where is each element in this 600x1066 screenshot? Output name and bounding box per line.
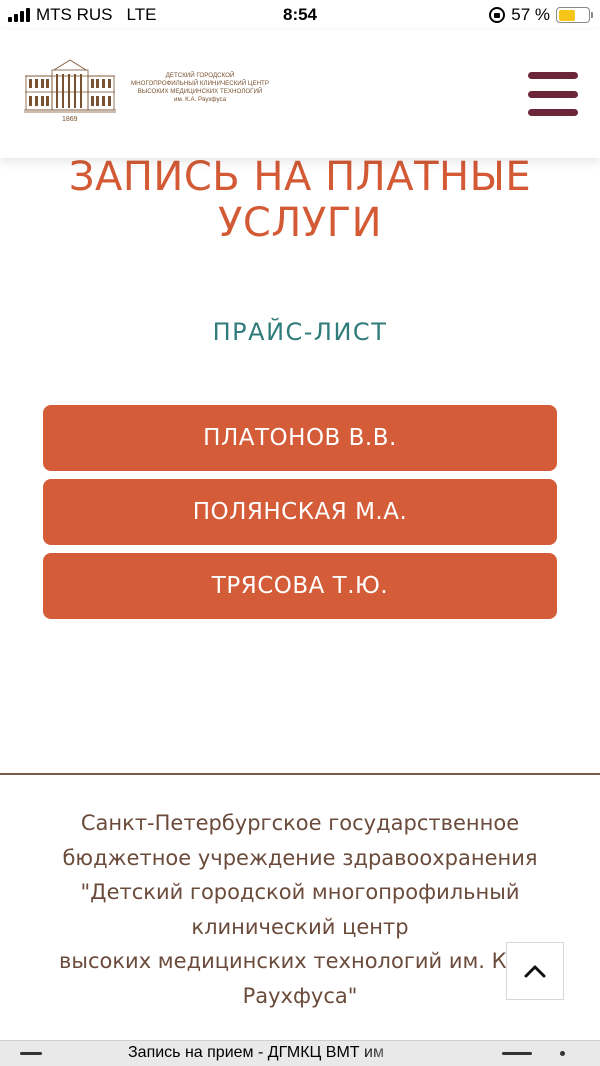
logo-text-line: ДЕТСКИЙ ГОРОДСКОЙ xyxy=(165,72,235,79)
doctor-button-polyanskaya[interactable]: ПОЛЯНСКАЯ М.А. xyxy=(43,479,557,545)
doctor-button-tryasova[interactable]: ТРЯСОВА Т.Ю. xyxy=(43,553,557,619)
building-logo-icon xyxy=(24,59,116,113)
page-title-line: ЗАПИСЬ НА ПЛАТНЫЕ xyxy=(68,154,532,200)
logo-text-line: им. К.А. Раухфуса xyxy=(173,96,227,103)
battery-icon xyxy=(556,7,593,23)
doctor-button-platonov[interactable]: ПЛАТОНОВ В.В. xyxy=(43,405,557,471)
site-header: 1869 ДЕТСКИЙ ГОРОДСКОЙ МНОГОПРОФИЛЬНЫЙ К… xyxy=(0,30,600,158)
footer-line: бюджетное учреждение здравоохранения xyxy=(62,845,538,870)
scroll-to-top-button[interactable] xyxy=(506,942,564,1000)
page-title: ЗАПИСЬ НА ПЛАТНЫЕ УСЛУГИ xyxy=(0,154,600,246)
minus-icon[interactable] xyxy=(502,1052,532,1055)
footer-line: клинический центр xyxy=(191,914,409,939)
page-title-line: УСЛУГИ xyxy=(217,200,383,246)
footer-divider xyxy=(0,773,600,775)
hamburger-menu-button[interactable] xyxy=(528,72,578,116)
logo-year: 1869 xyxy=(62,116,78,123)
battery-level xyxy=(558,9,576,21)
dot-icon[interactable] xyxy=(560,1051,565,1056)
footer-line: высоких медицинских технологий им. К. А. xyxy=(59,949,541,973)
minus-icon[interactable] xyxy=(20,1052,42,1055)
logo-text: ДЕТСКИЙ ГОРОДСКОЙ МНОГОПРОФИЛЬНЫЙ КЛИНИЧ… xyxy=(120,72,280,104)
battery-percent: 57 % xyxy=(511,5,550,24)
hamburger-icon xyxy=(528,109,578,116)
footer-line: "Детский городской многопрофильный xyxy=(80,880,520,904)
logo-text-line: МНОГОПРОФИЛЬНЫЙ КЛИНИЧЕСКИЙ ЦЕНТР xyxy=(131,80,269,87)
price-list-link[interactable]: ПРАЙС-ЛИСТ xyxy=(0,318,600,346)
footer-line: Санкт-Петербургское государственное xyxy=(80,811,520,835)
hamburger-icon xyxy=(528,72,578,79)
status-bar: MTS RUS LTE 8:54 57 % xyxy=(0,0,600,30)
title-fade xyxy=(360,1041,420,1066)
footer-line: Раухфуса" xyxy=(242,983,358,1008)
hamburger-icon xyxy=(528,90,578,98)
site-logo[interactable]: 1869 ДЕТСКИЙ ГОРОДСКОЙ МНОГОПРОФИЛЬНЫЙ К… xyxy=(24,56,284,130)
orientation-lock-icon xyxy=(489,7,506,23)
chevron-up-icon xyxy=(524,965,546,978)
logo-text-line: ВЫСОКИХ МЕДИЦИНСКИХ ТЕХНОЛОГИЙ xyxy=(137,88,263,95)
footer-organization-name: Санкт-Петербургское государственное бюдж… xyxy=(30,806,570,1013)
status-right: 57 % xyxy=(489,5,593,25)
browser-bottom-bar: Запись на прием - ДГМКЦ ВМТ им xyxy=(0,1040,600,1066)
